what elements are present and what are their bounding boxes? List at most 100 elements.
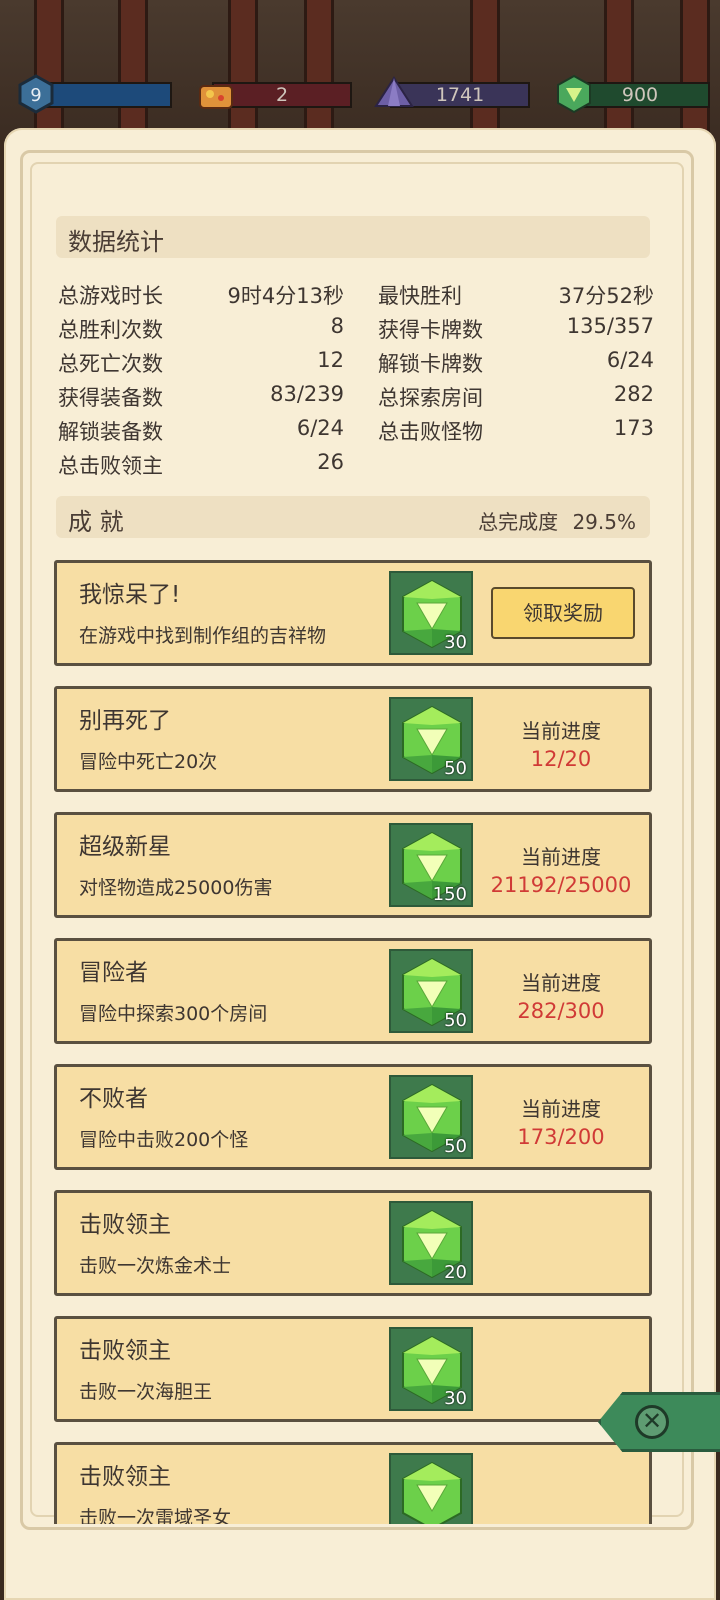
stat-value: 37分52秒: [558, 284, 654, 308]
achievement-desc: 冒险中探索300个房间: [79, 1003, 268, 1025]
reward-gem: 30: [389, 571, 473, 655]
stat-label: 总胜利次数: [58, 318, 163, 342]
stat-row: 总游戏时长 9时4分13秒: [58, 280, 344, 314]
achievement-desc: 冒险中击败200个怪: [79, 1129, 249, 1151]
achievement-title: 击败领主: [79, 1464, 171, 1490]
reward-amount: 150: [432, 884, 467, 905]
top-resource-bar: 9 2 1741 900: [0, 0, 720, 140]
stat-row: 总击败怪物 173: [378, 416, 654, 450]
stat-value: 282: [613, 382, 654, 406]
reward-gem: 50: [389, 697, 473, 781]
level-shield-icon: 9: [18, 74, 54, 114]
achievement-card: 击败领主 击败一次海胆王 30: [54, 1316, 652, 1422]
reward-amount: 50: [444, 758, 467, 779]
achievement-title: 冒险者: [79, 960, 148, 986]
achievement-desc: 击败一次雷域圣女: [79, 1507, 232, 1524]
completion-label: 总完成度: [478, 510, 559, 534]
completion-summary: 总完成度 29.5%: [478, 506, 636, 535]
stat-row: 总击败领主 26: [58, 450, 344, 484]
achievement-card: 超级新星 对怪物造成25000伤害 150 当前进度 21192/25000: [54, 812, 652, 918]
stat-value: 173: [613, 416, 654, 440]
progress-value: 12/20: [530, 747, 592, 771]
stat-row: 总死亡次数 12: [58, 348, 344, 382]
stat-label: 获得卡牌数: [378, 318, 483, 342]
reward-amount: 30: [444, 632, 467, 653]
stats-title: 数据统计: [68, 228, 164, 256]
crystal-resource: 1741: [374, 76, 530, 110]
stat-value: 83/239: [270, 382, 344, 406]
stat-row: 总探索房间 282: [378, 382, 654, 416]
achievement-card: 我惊呆了! 在游戏中找到制作组的吉祥物 30 领取奖励: [54, 560, 652, 666]
tree-trunk: [604, 0, 634, 140]
stats-header: 数据统计: [56, 216, 650, 258]
stat-row: 获得卡牌数 135/357: [378, 314, 654, 348]
card-clip: 击败领主 击败一次雷域圣女: [54, 1442, 652, 1524]
stat-label: 总死亡次数: [58, 352, 163, 376]
stat-label: 获得装备数: [58, 386, 163, 410]
stat-label: 总击败怪物: [378, 420, 483, 444]
claim-reward-button[interactable]: 领取奖励: [491, 587, 635, 639]
stat-row: 解锁装备数 6/24: [58, 416, 344, 450]
achievement-title: 超级新星: [79, 834, 171, 860]
achievement-card: 别再死了 冒险中死亡20次 50 当前进度 12/20: [54, 686, 652, 792]
achievement-card: 不败者 冒险中击败200个怪 50 当前进度 173/200: [54, 1064, 652, 1170]
stat-label: 总击败领主: [58, 454, 163, 478]
stat-value: 26: [317, 450, 344, 474]
progress-label: 当前进度: [521, 971, 601, 995]
tree-trunk: [470, 0, 500, 140]
achievement-title: 别再死了: [79, 708, 171, 734]
stat-value: 12: [317, 348, 344, 372]
stat-row: 总胜利次数 8: [58, 314, 344, 348]
achievement-title: 击败领主: [79, 1212, 171, 1238]
stat-value: 6/24: [606, 348, 654, 372]
close-panel-tab[interactable]: ✕: [598, 1392, 720, 1452]
reward-gem: 20: [389, 1201, 473, 1285]
stat-row: 解锁卡牌数 6/24: [378, 348, 654, 382]
stat-value: 6/24: [296, 416, 344, 440]
achievement-desc: 对怪物造成25000伤害: [79, 877, 273, 899]
progress-value: 173/200: [517, 1125, 605, 1149]
achievement-card: 击败领主 击败一次雷域圣女: [54, 1442, 652, 1524]
stat-value: 8: [330, 314, 344, 338]
green-gem-icon: [557, 74, 591, 114]
close-icon[interactable]: ✕: [635, 1405, 669, 1439]
progress-label: 当前进度: [521, 845, 601, 869]
green-gem-icon: [402, 1461, 462, 1524]
level-number: 9: [30, 85, 41, 106]
reward-amount: 50: [444, 1136, 467, 1157]
reward-amount: 50: [444, 1010, 467, 1031]
progress-label: 当前进度: [521, 719, 601, 743]
achievement-desc: 击败一次炼金术士: [79, 1255, 232, 1277]
gem-resource: 900: [554, 74, 710, 114]
tree-trunk: [680, 0, 710, 140]
tree-trunk: [228, 0, 258, 140]
reward-gem: [389, 1453, 473, 1524]
achievement-card: 冒险者 冒险中探索300个房间 50 当前进度 282/300: [54, 938, 652, 1044]
stat-label: 最快胜利: [378, 284, 462, 308]
progress-value: 21192/25000: [490, 873, 632, 897]
stat-row: 最快胜利 37分52秒: [378, 280, 654, 314]
achievements-header: 成 就 总完成度 29.5%: [56, 496, 650, 538]
achievement-title: 击败领主: [79, 1338, 171, 1364]
achievement-desc: 冒险中死亡20次: [79, 751, 218, 773]
achievements-title: 成 就: [68, 508, 124, 536]
stat-label: 解锁卡牌数: [378, 352, 483, 376]
reward-gem: 50: [389, 1075, 473, 1159]
stat-label: 总探索房间: [378, 386, 483, 410]
level-indicator: 9: [16, 74, 172, 114]
stat-row: 获得装备数 83/239: [58, 382, 344, 416]
reward-gem: 30: [389, 1327, 473, 1411]
reward-gem: 150: [389, 823, 473, 907]
achievement-desc: 在游戏中找到制作组的吉祥物: [79, 625, 327, 647]
tree-trunk: [118, 0, 148, 140]
reward-gem: 50: [389, 949, 473, 1033]
tree-trunk: [304, 0, 334, 140]
stat-label: 总游戏时长: [58, 284, 163, 308]
achievement-title: 我惊呆了!: [79, 582, 181, 608]
purple-crystal-icon: [374, 76, 414, 107]
completion-value: 29.5%: [572, 510, 636, 534]
achievement-desc: 击败一次海胆王: [79, 1381, 213, 1403]
treasure-chest-icon: [199, 85, 233, 109]
progress-label: 当前进度: [521, 1097, 601, 1121]
reward-amount: 30: [444, 1388, 467, 1409]
